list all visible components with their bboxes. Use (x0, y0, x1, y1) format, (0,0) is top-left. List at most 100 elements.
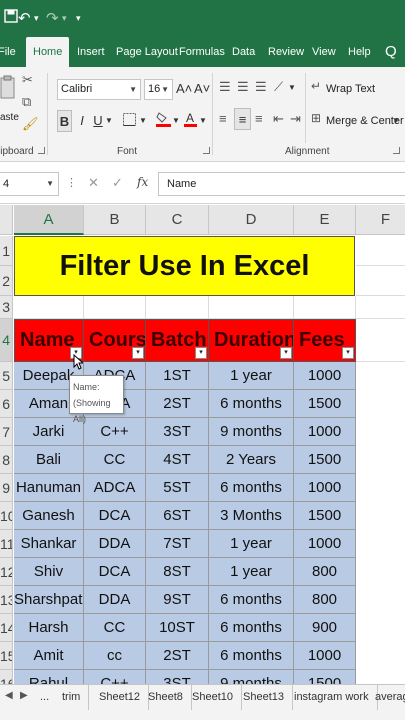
italic-button[interactable]: I (76, 110, 88, 132)
tab-page-layout[interactable]: Page Layout (116, 37, 178, 67)
clipboard-launcher-icon[interactable] (38, 147, 45, 154)
row-header[interactable]: 12 (0, 558, 13, 586)
cancel-icon[interactable]: ✕ (88, 175, 99, 191)
row-header[interactable]: 2 (0, 266, 13, 296)
table-cell[interactable]: DDA (84, 586, 146, 614)
table-cell[interactable]: 1ST (146, 362, 209, 390)
orientation-icon[interactable]: ⟋ (274, 79, 283, 95)
table-cell[interactable]: DCA (84, 558, 146, 586)
table-cell[interactable]: 3ST (146, 670, 209, 684)
tab-review[interactable]: Review (268, 37, 304, 67)
table-cell[interactable]: 6ST (146, 502, 209, 530)
table-cell[interactable]: DCA (84, 502, 146, 530)
previous-sheet-icon[interactable]: ◀ (5, 690, 13, 701)
paste-icon[interactable] (0, 75, 16, 104)
empty-cell[interactable] (14, 296, 84, 319)
tab-home[interactable]: Home (26, 37, 70, 67)
merge-dropdown-icon[interactable]: ▼ (391, 110, 401, 132)
customize-toolbar-icon[interactable]: ▾ (76, 13, 81, 24)
bottom-align-icon[interactable]: ☰ (255, 79, 267, 95)
sheet-tab-average[interactable]: averag (367, 685, 405, 710)
tab-data[interactable]: Data (232, 37, 255, 67)
redo-icon[interactable]: ↷ (46, 9, 59, 27)
fill-color-dropdown-icon[interactable]: ▼ (171, 110, 181, 132)
table-cell[interactable]: Shankar (14, 530, 84, 558)
table-cell[interactable]: 1000 (294, 642, 356, 670)
decrease-indent-icon[interactable]: ⇤ (273, 111, 284, 127)
table-cell[interactable]: 9ST (146, 586, 209, 614)
orientation-dropdown-icon[interactable]: ▼ (287, 77, 297, 99)
table-cell[interactable]: Sharshpati (14, 586, 84, 614)
row-header[interactable]: 5 (0, 362, 13, 390)
font-size-select[interactable]: 16 ▼ (144, 79, 173, 100)
fill-color-icon[interactable] (156, 111, 171, 130)
empty-cell[interactable] (356, 236, 405, 266)
table-cell[interactable]: 6 months (209, 586, 294, 614)
sheet-title-cell[interactable]: Filter Use In Excel (14, 236, 355, 296)
table-cell[interactable]: CC (84, 614, 146, 642)
worksheet-grid[interactable]: A B C D E F 1 2 3 4 5 6 7 8 9 10 11 12 1… (0, 205, 405, 684)
table-cell[interactable]: 2ST (146, 642, 209, 670)
next-sheet-icon[interactable]: ▶ (20, 690, 28, 701)
paste-label[interactable]: aste (0, 107, 19, 129)
sheet-tab-instagram-work[interactable]: instagram work (286, 685, 378, 710)
formula-bar-grip[interactable]: ⋮ (66, 176, 78, 189)
filter-dropdown-button[interactable]: ▾ (280, 347, 292, 359)
empty-cell[interactable] (209, 296, 294, 319)
table-cell[interactable]: C++ (84, 670, 146, 684)
table-cell[interactable]: 4ST (146, 446, 209, 474)
table-cell[interactable]: 1000 (294, 362, 356, 390)
table-cell[interactable]: Amit (14, 642, 84, 670)
filter-dropdown-button[interactable]: ▾ (132, 347, 144, 359)
lightbulb-icon[interactable]: Q (385, 37, 397, 67)
table-cell[interactable]: ADCA (84, 474, 146, 502)
underline-button[interactable]: U (92, 110, 104, 132)
table-cell[interactable]: 1500 (294, 446, 356, 474)
table-cell[interactable]: 1500 (294, 390, 356, 418)
align-right-icon[interactable]: ≡ (255, 111, 263, 126)
borders-dropdown-icon[interactable]: ▼ (138, 110, 148, 132)
table-cell[interactable]: 9 months (209, 670, 294, 684)
table-cell[interactable]: 800 (294, 586, 356, 614)
font-name-select[interactable]: Calibri ▼ (57, 79, 141, 100)
column-header-f[interactable]: F (356, 205, 405, 235)
row-header[interactable]: 8 (0, 446, 13, 474)
row-header[interactable]: 9 (0, 474, 13, 502)
tab-view[interactable]: View (312, 37, 336, 67)
undo-dropdown-icon[interactable]: ▾ (34, 13, 39, 24)
format-painter-icon[interactable]: 🖌 (22, 116, 39, 132)
column-header-d[interactable]: D (209, 205, 294, 235)
table-cell[interactable]: 6 months (209, 390, 294, 418)
wrap-text-icon[interactable]: ↵ (311, 79, 321, 93)
tab-help[interactable]: Help (348, 37, 371, 67)
table-cell[interactable]: 5ST (146, 474, 209, 502)
column-header-a[interactable]: A (14, 205, 84, 235)
table-cell[interactable]: Bali (14, 446, 84, 474)
table-cell[interactable]: 9 months (209, 418, 294, 446)
center-align-button[interactable]: ≡ (234, 108, 251, 130)
row-header[interactable]: 10 (0, 502, 13, 530)
middle-align-icon[interactable]: ☰ (237, 79, 249, 95)
copy-icon[interactable]: ⧉ (22, 94, 31, 110)
font-launcher-icon[interactable] (203, 147, 210, 154)
name-box[interactable]: 4 ▼ (0, 172, 59, 196)
wrap-text-button[interactable]: Wrap Text (326, 78, 375, 100)
table-cell[interactable]: 3ST (146, 418, 209, 446)
align-left-icon[interactable]: ≡ (219, 111, 227, 126)
tab-formulas[interactable]: Formulas (179, 37, 225, 67)
insert-function-icon[interactable]: fx (137, 175, 148, 189)
merge-center-icon[interactable]: ⊞ (311, 111, 321, 125)
column-header-c[interactable]: C (146, 205, 209, 235)
empty-cell[interactable] (356, 266, 405, 296)
enter-icon[interactable]: ✓ (112, 175, 123, 191)
cut-icon[interactable]: ✂ (22, 72, 33, 88)
table-cell[interactable]: 1 year (209, 530, 294, 558)
borders-icon[interactable] (123, 113, 136, 129)
table-cell[interactable]: 6 months (209, 642, 294, 670)
sheet-tab-trim[interactable]: trim (54, 685, 90, 710)
row-header[interactable]: 3 (0, 296, 13, 319)
table-cell[interactable]: 800 (294, 558, 356, 586)
redo-dropdown-icon[interactable]: ▾ (62, 13, 67, 24)
table-cell[interactable]: 1000 (294, 530, 356, 558)
font-color-icon[interactable]: A (184, 111, 197, 130)
